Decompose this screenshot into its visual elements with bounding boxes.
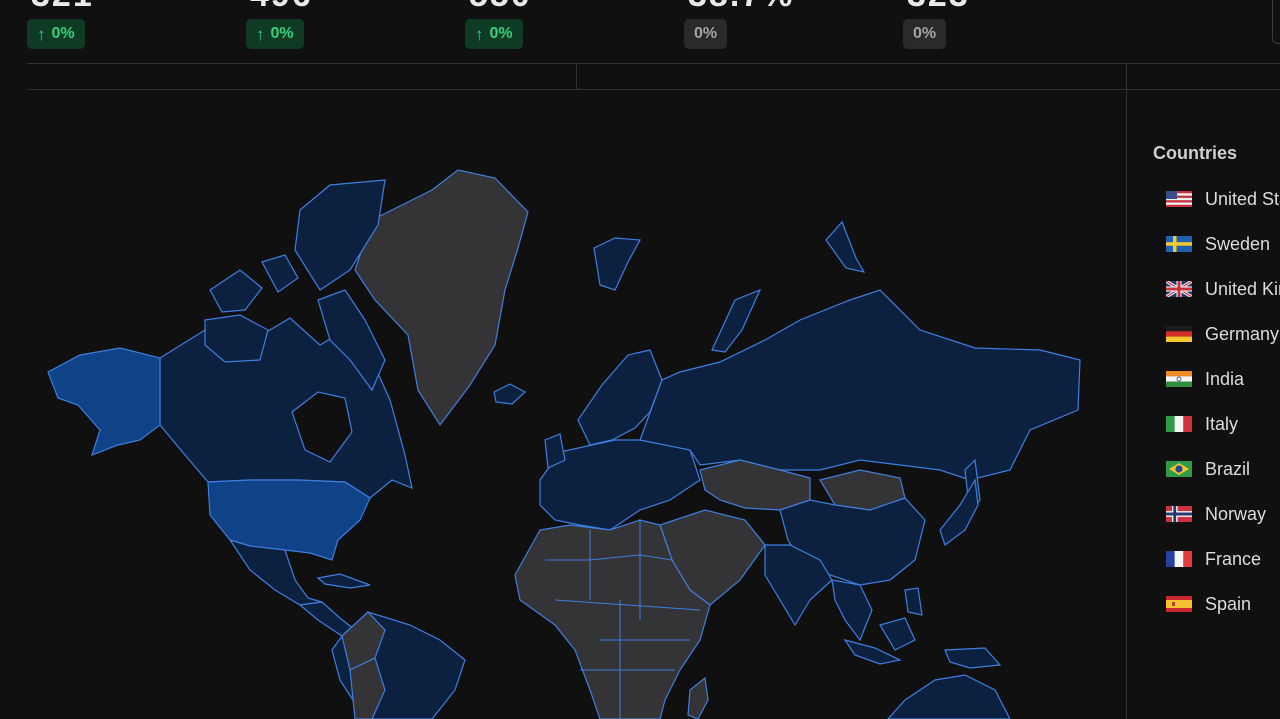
stat-value: 321 [31,0,94,15]
arrow-up-icon: ↑ [37,24,46,44]
stat-value: 38.7% [688,0,794,15]
map-arctic-island-small[interactable] [261,254,299,293]
map-alaska[interactable] [47,347,161,457]
stat-value: 496 [250,0,313,15]
divider [27,63,1280,64]
map-arctic-island-small[interactable] [209,269,263,313]
stat-value: 550 [469,0,532,15]
control-edge[interactable] [1272,0,1280,44]
se-flag-icon [1166,236,1192,252]
country-name: France [1205,548,1262,569]
country-name: Sweden [1205,233,1271,254]
change-value: 0% [694,25,718,42]
us-flag-icon [1166,191,1192,207]
country-name: Brazil [1205,458,1251,479]
country-name: United States [1205,188,1280,209]
country-name: India [1205,368,1245,389]
map-madagascar[interactable] [687,676,709,719]
es-flag-icon [1166,596,1192,612]
country-row-brazil[interactable]: Brazil [1166,457,1250,481]
divider [1126,63,1127,719]
change-value: 0% [913,25,937,42]
country-name: Norway [1205,503,1267,524]
arrow-up-icon: ↑ [256,24,265,44]
change-badge: ↑ 0% [27,19,85,49]
world-map[interactable] [27,90,1125,719]
map-usa[interactable] [207,479,371,561]
fr-flag-icon [1166,551,1192,567]
change-value: 0% [489,25,513,42]
country-row-germany[interactable]: Germany [1166,322,1279,346]
map-arctic-russia-island[interactable] [825,220,866,273]
change-badge: 0% [903,19,947,49]
country-row-india[interactable]: India [1166,367,1244,391]
arrow-up-icon: ↑ [475,24,484,44]
map-svalbard[interactable] [593,237,641,291]
analytics-dashboard: 321 ↑ 0% 496 ↑ 0% 550 ↑ 0% 38.7% 0% 323 … [0,0,1280,719]
map-southeast-asia[interactable] [831,579,873,642]
world-map-svg [47,169,1081,719]
de-flag-icon [1166,326,1192,342]
country-row-italy[interactable]: Italy [1166,412,1238,436]
country-row-united-states[interactable]: United States [1166,187,1280,211]
change-badge: ↑ 0% [246,19,304,49]
no-flag-icon [1166,506,1192,522]
country-name: Spain [1205,593,1252,614]
country-name: Italy [1205,413,1239,434]
change-value: 0% [270,25,294,42]
map-novaya-zemlya[interactable] [711,288,762,353]
country-row-sweden[interactable]: Sweden [1166,232,1270,256]
change-value: 0% [51,25,75,42]
map-new-guinea[interactable] [944,647,1002,669]
country-row-united-kingdom[interactable]: United Kingdom [1166,277,1280,301]
map-cuba[interactable] [316,573,371,589]
country-row-france[interactable]: France [1166,547,1261,571]
map-australia[interactable] [887,674,1011,719]
map-russia[interactable] [639,289,1081,481]
in-flag-icon [1166,371,1192,387]
country-row-norway[interactable]: Norway [1166,502,1266,526]
change-badge: 0% [684,19,728,49]
br-flag-icon [1166,461,1192,477]
map-borneo[interactable] [879,617,916,651]
country-name: Germany [1205,323,1280,344]
it-flag-icon [1166,416,1192,432]
map-philippines[interactable] [904,587,923,616]
country-name: United Kingdom [1205,278,1280,299]
change-badge: ↑ 0% [465,19,523,49]
divider [576,63,577,89]
country-row-spain[interactable]: Spain [1166,592,1251,616]
countries-title: Countries [1153,143,1238,163]
map-japan[interactable] [939,478,979,546]
gb-flag-icon [1166,281,1192,297]
map-iceland[interactable] [493,383,527,405]
stat-value: 323 [907,0,970,15]
